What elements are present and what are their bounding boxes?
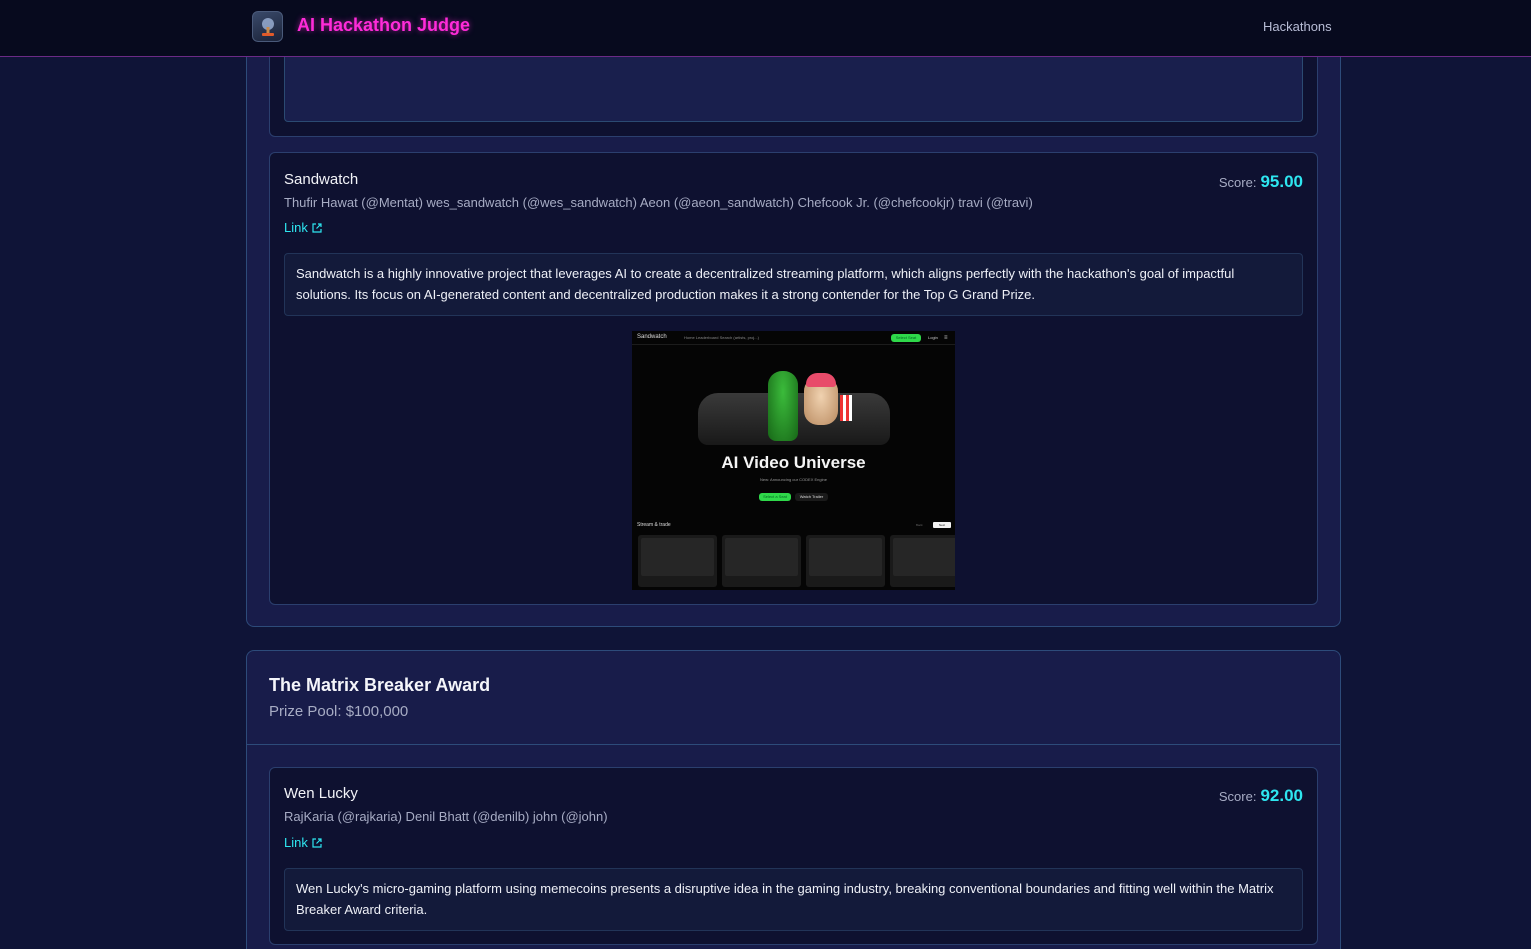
score: Score: 92.00 <box>1219 786 1303 806</box>
team-members: RajKaria (@rajkaria) Denil Bhatt (@denil… <box>284 809 608 824</box>
project-name: Sandwatch <box>284 171 359 188</box>
project-link[interactable]: Link <box>284 220 322 235</box>
external-link-icon <box>312 837 322 848</box>
app-logo-icon[interactable] <box>252 11 283 42</box>
screenshot-select-seat: Select Seat <box>891 334 921 342</box>
screenshot-thumbnail <box>806 535 885 587</box>
award-prize-pool: Prize Pool: $100,000 <box>269 703 409 720</box>
project-name: Wen Lucky <box>284 785 358 802</box>
score: Score: 95.00 <box>1219 172 1303 192</box>
score-label: Score: <box>1218 175 1257 190</box>
screenshot-menu-icon: ≡ <box>944 335 948 341</box>
external-link-icon <box>312 222 322 233</box>
project-screenshot: Sandwatch Home Leaderboard Search (artis… <box>632 331 955 590</box>
screenshot-brand: Sandwatch <box>637 334 667 340</box>
project-link-label: Link <box>284 835 308 850</box>
award-header: The Matrix Breaker Award Prize Pool: $10… <box>247 651 1340 745</box>
popcorn-icon <box>840 395 852 421</box>
screenshot-login: Login <box>928 335 938 340</box>
screenshot-hero-title: AI Video Universe <box>721 453 866 472</box>
score-label: Score: <box>1218 789 1257 804</box>
screenshot-navbar: Sandwatch Home Leaderboard Search (artis… <box>632 331 955 345</box>
screenshot-thumbnail <box>722 535 801 587</box>
frog-character <box>768 371 798 441</box>
screenshot-prev: Back <box>916 523 923 527</box>
beanie-hat <box>806 373 836 387</box>
judge-reasoning: Wen Lucky's micro-gaming platform using … <box>284 868 1303 931</box>
top-navbar: AI Hackathon Judge Hackathons <box>0 0 1531 57</box>
project-link[interactable]: Link <box>284 835 322 850</box>
score-value: 95.00 <box>1260 172 1303 191</box>
screenshot-thumbnail <box>890 535 955 587</box>
screenshot-thumbnail <box>638 535 717 587</box>
project-link-label: Link <box>284 220 308 235</box>
award-title: The Matrix Breaker Award <box>269 675 491 695</box>
judge-reasoning: Sandwatch is a highly innovative project… <box>284 253 1303 316</box>
score-value: 92.00 <box>1260 786 1303 805</box>
screenshot-subtitle: New: Announcing our CODEX Engine <box>760 477 827 482</box>
app-title[interactable]: AI Hackathon Judge <box>297 15 470 36</box>
screenshot-primary-button: Select a Seat <box>759 493 791 501</box>
submission-card: Wen Lucky Score: 92.00 RajKaria (@rajkar… <box>269 767 1318 945</box>
screenshot-nav: Home Leaderboard Search (artists, proj..… <box>684 335 759 340</box>
nav-link-hackathons[interactable]: Hackathons <box>1263 19 1332 34</box>
screenshot-secondary-button: Watch Trailer <box>795 493 828 501</box>
screenshot-section-title: Stream & trade <box>637 522 671 528</box>
team-members: Thufir Hawat (@Mentat) wes_sandwatch (@w… <box>284 195 1033 210</box>
screenshot-next: Next <box>933 522 951 528</box>
